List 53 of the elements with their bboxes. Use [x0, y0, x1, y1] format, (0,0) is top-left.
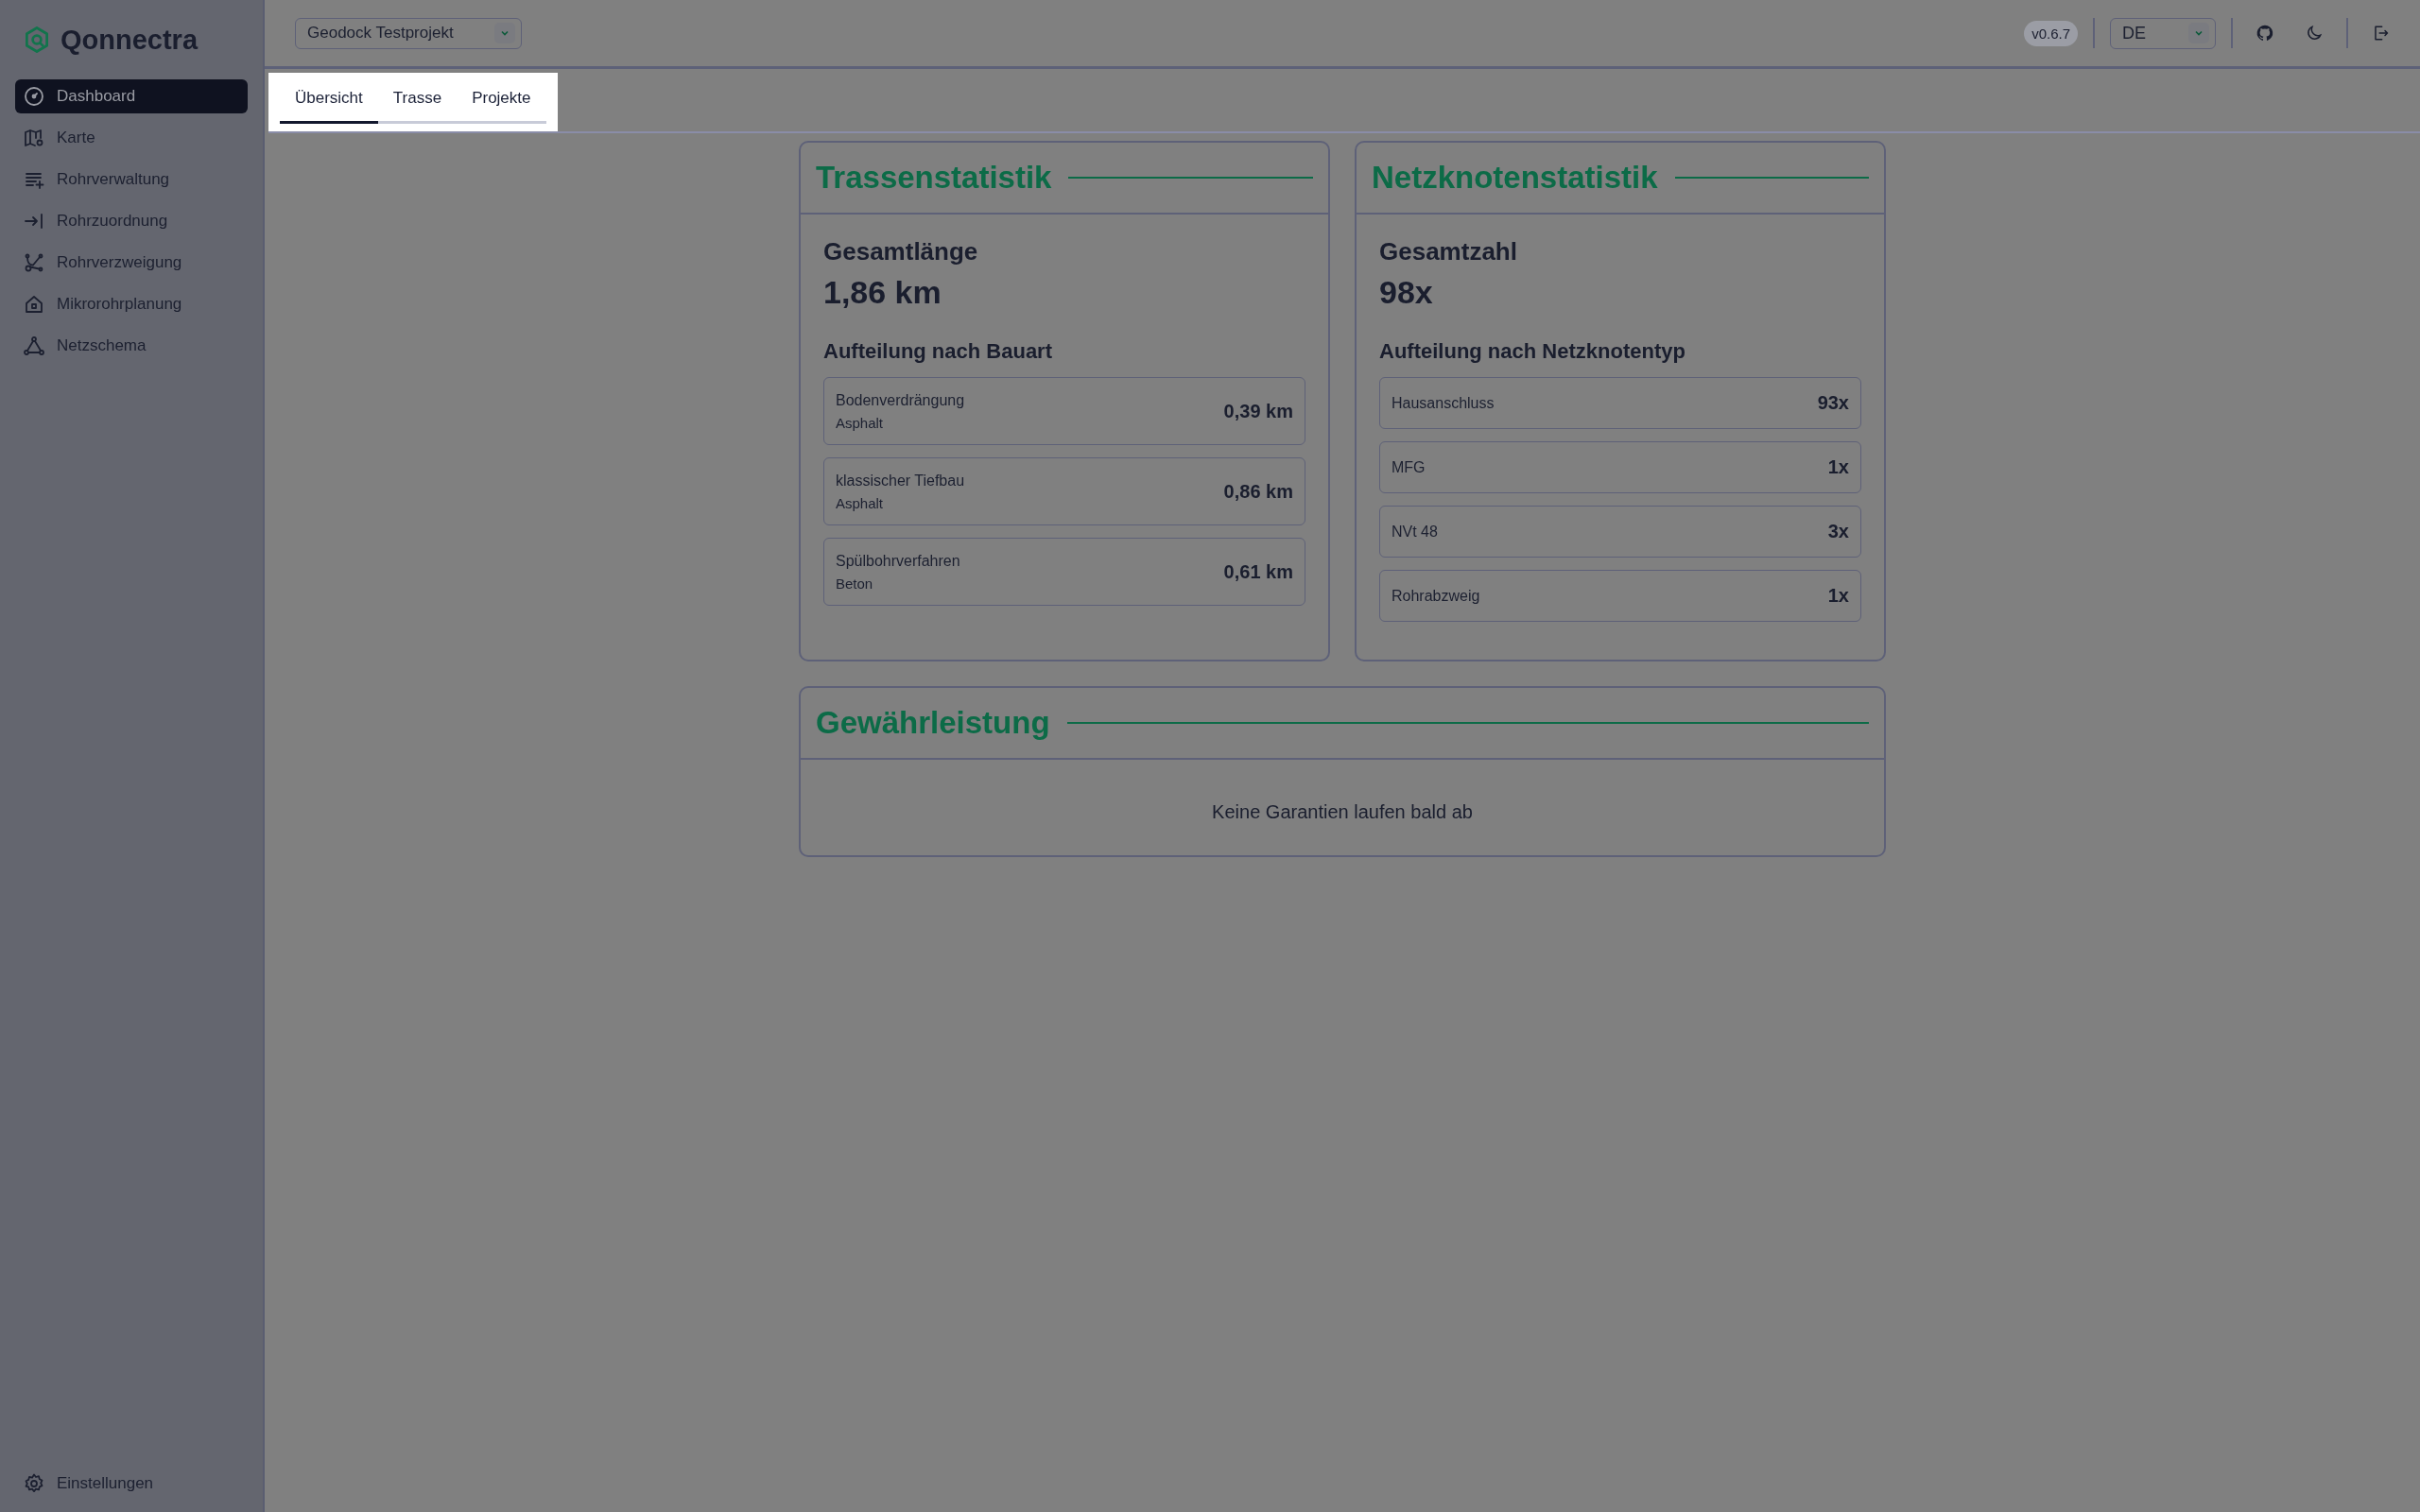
row-value: 0,61 km: [1223, 560, 1293, 583]
row-value: 0,39 km: [1223, 400, 1293, 422]
row-subtitle: Asphalt: [836, 494, 885, 511]
project-select[interactable]: Geodock Testprojekt: [295, 17, 522, 49]
chevron-icon: [2188, 23, 2209, 43]
chevron-icon: [494, 23, 515, 43]
sidebar-item[interactable]: Netzschema: [15, 329, 248, 363]
app-name: Qonnectra: [60, 24, 199, 56]
sidebar-item[interactable]: Rohrzuordnung: [15, 204, 248, 238]
branch-icon: [23, 251, 45, 274]
row-name: Rohrabzweig: [1392, 587, 1480, 605]
card-title: Gewährleistung: [816, 705, 1050, 741]
logo-icon: [23, 26, 51, 54]
row-name: MFG: [1392, 458, 1426, 476]
sidebar-item[interactable]: Mikrorohrplanung: [15, 287, 248, 321]
breakdown-title: Aufteilung nach Netzknotentyp: [1379, 339, 1686, 364]
settings-link[interactable]: Einstellungen: [15, 1467, 248, 1501]
gauge-icon: [23, 85, 45, 108]
row-value: 1x: [1827, 585, 1849, 607]
moon-icon: [2305, 24, 2324, 43]
sidebar-item[interactable]: Dashboard: [15, 79, 248, 113]
map-icon: [23, 127, 45, 149]
card-title: Netzknotenstatistik: [1372, 160, 1658, 196]
sidebar-item[interactable]: Rohrverzweigung: [15, 246, 248, 280]
row-value: 0,86 km: [1223, 480, 1293, 503]
tab[interactable]: Projekte: [457, 89, 546, 124]
row-name: Bodenverdrängung: [836, 391, 965, 409]
total-label: Gesamtzahl: [1379, 237, 1518, 266]
row-value: 1x: [1827, 456, 1849, 478]
settings-icon: [23, 1472, 45, 1495]
row-name: klassischer Tiefbau: [836, 472, 965, 490]
row-value: 93x: [1817, 392, 1849, 414]
card-title: Trassenstatistik: [816, 160, 1052, 196]
sidebar-item[interactable]: Karte: [15, 121, 248, 155]
total-value: 98x: [1379, 274, 1434, 311]
sidebar-item[interactable]: Rohrverwaltung: [15, 163, 248, 197]
house-icon: [23, 293, 45, 316]
network-icon: [23, 335, 45, 357]
github-icon: [2256, 24, 2274, 43]
version-badge: v0.6.7: [2024, 20, 2078, 46]
row-name: Hausanschluss: [1392, 394, 1495, 412]
row-subtitle: Beton: [836, 575, 874, 592]
row-name: NVt 48: [1392, 523, 1438, 541]
total-label: Gesamtlänge: [823, 237, 979, 266]
empty-message: Keine Garantien laufen bald ab: [1211, 800, 1474, 824]
tab[interactable]: Übersicht: [280, 89, 378, 124]
row-value: 3x: [1827, 521, 1849, 542]
language-select[interactable]: DE: [2110, 17, 2216, 49]
row-name: Spülbohrverfahren: [836, 552, 960, 570]
total-value: 1,86 km: [823, 274, 942, 311]
breakdown-title: Aufteilung nach Bauart: [823, 339, 1053, 364]
tab[interactable]: Trasse: [377, 89, 458, 124]
row-subtitle: Asphalt: [836, 414, 885, 431]
